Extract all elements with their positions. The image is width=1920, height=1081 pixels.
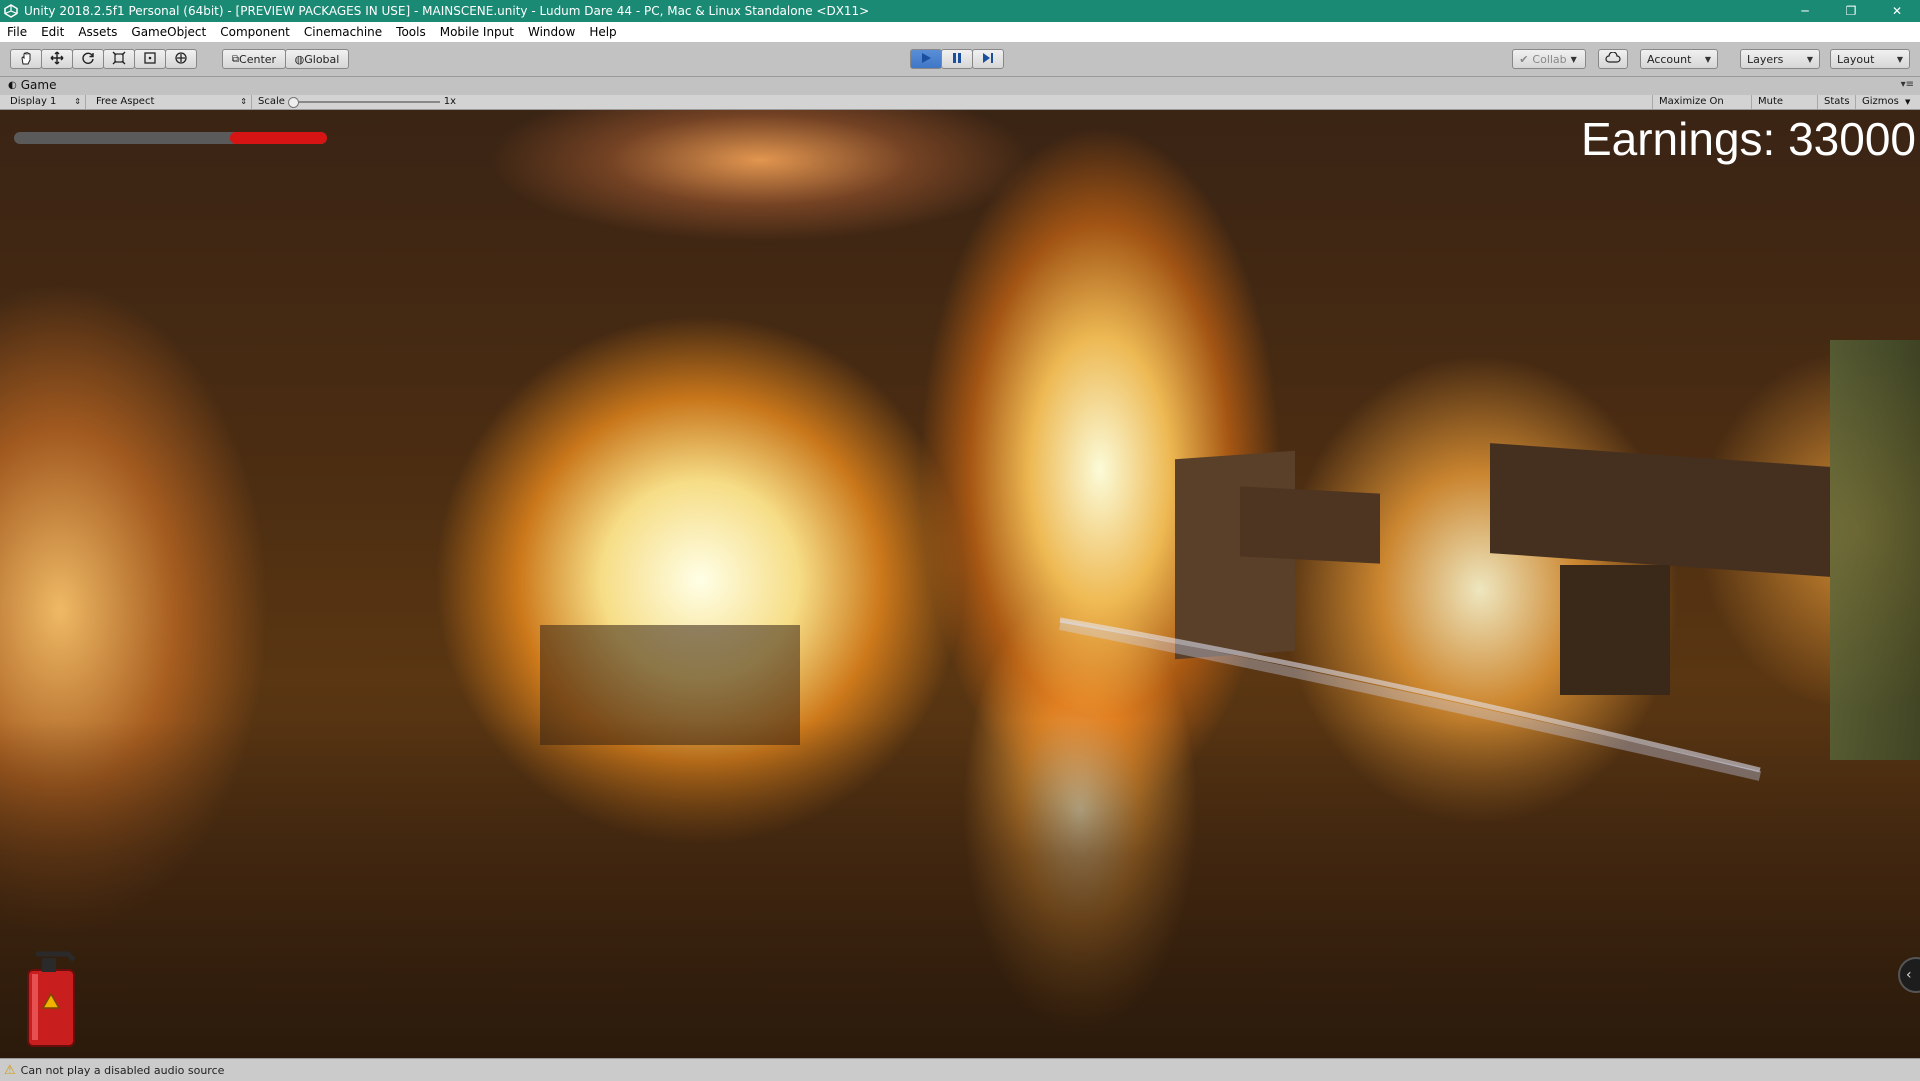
water-spray: [1059, 617, 1762, 781]
cloud-services-button[interactable]: [1598, 49, 1628, 69]
restore-button[interactable]: ❐: [1828, 0, 1874, 22]
game-view-header: ◐ Game ▾≡: [0, 77, 1920, 95]
panel-menu-icon[interactable]: ▾≡: [1901, 79, 1914, 90]
pivot-toggles: ⧉ Center ◍ Global: [222, 49, 349, 69]
pivot-icon: ⧉: [231, 53, 240, 65]
step-button[interactable]: [972, 49, 1004, 69]
cloud-icon: [1605, 50, 1621, 67]
layers-dropdown[interactable]: Layers ▼: [1740, 49, 1820, 69]
updown-icon: ⇕: [240, 97, 247, 106]
globe-icon: ◍: [294, 52, 305, 66]
scale-tool-button[interactable]: [103, 49, 135, 69]
collab-group: ✔ Collab ▼: [1512, 49, 1586, 69]
move-arrows-icon: [50, 51, 64, 68]
scale-slider[interactable]: [288, 97, 440, 108]
check-icon: ✔: [1519, 52, 1529, 66]
rect-tool-button[interactable]: [134, 49, 166, 69]
collab-label: Collab: [1532, 52, 1567, 66]
account-label: Account: [1647, 52, 1692, 66]
game-view-controlbar: Display 1 ⇕ Free Aspect ⇕ Scale 1x Maxim…: [0, 95, 1920, 121]
window-title: Unity 2018.2.5f1 Personal (64bit) - [PRE…: [24, 4, 870, 18]
scale-slider-knob[interactable]: [288, 97, 299, 108]
aspect-dropdown[interactable]: Free Aspect ⇕: [90, 95, 252, 109]
collab-dropdown[interactable]: ✔ Collab ▼: [1512, 49, 1586, 69]
close-button[interactable]: ✕: [1874, 0, 1920, 22]
mute-audio-toggle[interactable]: Mute Audio: [1752, 95, 1818, 121]
menu-help[interactable]: Help: [582, 22, 623, 42]
chevron-down-icon: ▼: [1704, 54, 1711, 64]
transform-tool-button[interactable]: [165, 49, 197, 69]
account-group: Account ▼: [1640, 49, 1718, 69]
gizmos-dropdown[interactable]: Gizmos ▼: [1856, 95, 1918, 109]
hand-icon: [19, 51, 33, 68]
account-dropdown[interactable]: Account ▼: [1640, 49, 1718, 69]
gizmos-label: Gizmos: [1862, 96, 1899, 107]
scale-icon: [112, 51, 126, 68]
chevron-down-icon: ▼: [1570, 54, 1577, 64]
fire-extinguisher-icon: [22, 948, 80, 1048]
main-toolbar: ⧉ Center ◍ Global ✔ Collab ▼ Account ▼ La: [0, 42, 1920, 77]
layout-dropdown[interactable]: Layout ▼: [1830, 49, 1910, 69]
move-tool-button[interactable]: [41, 49, 73, 69]
stats-toggle[interactable]: Stats: [1818, 95, 1856, 109]
pause-icon: [951, 52, 963, 67]
unity-logo-icon: [0, 0, 22, 22]
transform-tools: [10, 49, 197, 69]
play-button[interactable]: [910, 49, 942, 69]
display-dropdown[interactable]: Display 1 ⇕: [4, 95, 86, 109]
menu-file[interactable]: File: [0, 22, 34, 42]
menu-mobile-input[interactable]: Mobile Input: [433, 22, 521, 42]
tab-game-label: Game: [20, 78, 57, 92]
menu-edit[interactable]: Edit: [34, 22, 71, 42]
updown-icon: ⇕: [74, 97, 81, 106]
chevron-left-icon: ‹: [1906, 967, 1912, 983]
game-viewport[interactable]: Earnings: 33000 ‹: [0, 110, 1920, 1058]
pivot-label: Center: [239, 52, 277, 66]
console-status-bar[interactable]: ⚠ Can not play a disabled audio source: [0, 1058, 1920, 1081]
pause-button[interactable]: [941, 49, 973, 69]
health-bar: [14, 132, 327, 144]
play-icon: [920, 52, 932, 67]
scale-label: Scale: [258, 96, 285, 107]
display-label: Display 1: [10, 96, 57, 107]
space-global-button[interactable]: ◍ Global: [285, 49, 349, 69]
layers-group: Layers ▼: [1740, 49, 1820, 69]
game-controller-icon: ◐: [8, 79, 17, 91]
layers-label: Layers: [1747, 52, 1784, 66]
play-controls: [910, 49, 1004, 69]
cloud-group: [1598, 49, 1628, 69]
aspect-label: Free Aspect: [96, 96, 155, 107]
menu-gameobject[interactable]: GameObject: [124, 22, 213, 42]
menu-component[interactable]: Component: [213, 22, 297, 42]
status-message: Can not play a disabled audio source: [20, 1063, 225, 1077]
space-label: Global: [304, 52, 340, 66]
rotate-icon: [81, 51, 95, 68]
window-title-bar[interactable]: Unity 2018.2.5f1 Personal (64bit) - [PRE…: [0, 0, 1920, 22]
layout-group: Layout ▼: [1830, 49, 1910, 69]
menu-bar: File Edit Assets GameObject Component Ci…: [0, 22, 1920, 42]
menu-window[interactable]: Window: [521, 22, 582, 42]
scale-value: 1x: [443, 96, 456, 107]
chevron-down-icon: ▼: [1806, 54, 1813, 64]
transform-combo-icon: [174, 51, 188, 68]
earnings-display: Earnings: 33000: [1580, 113, 1916, 165]
menu-tools[interactable]: Tools: [389, 22, 433, 42]
health-bar-fill: [230, 132, 327, 144]
hand-tool-button[interactable]: [10, 49, 42, 69]
maximize-on-play-toggle[interactable]: Maximize On Play: [1652, 95, 1752, 121]
stats-label: Stats: [1824, 96, 1850, 107]
layout-label: Layout: [1837, 52, 1875, 66]
rect-transform-icon: [143, 51, 157, 68]
warning-icon: ⚠: [4, 1062, 16, 1078]
menu-assets[interactable]: Assets: [71, 22, 124, 42]
pivot-center-button[interactable]: ⧉ Center: [222, 49, 286, 69]
menu-cinemachine[interactable]: Cinemachine: [297, 22, 389, 42]
minimize-button[interactable]: ─: [1782, 0, 1828, 22]
step-icon: [982, 52, 994, 67]
chevron-down-icon: ▼: [1905, 98, 1911, 106]
tab-game[interactable]: ◐ Game: [8, 78, 56, 92]
chevron-down-icon: ▼: [1896, 54, 1903, 64]
rotate-tool-button[interactable]: [72, 49, 104, 69]
